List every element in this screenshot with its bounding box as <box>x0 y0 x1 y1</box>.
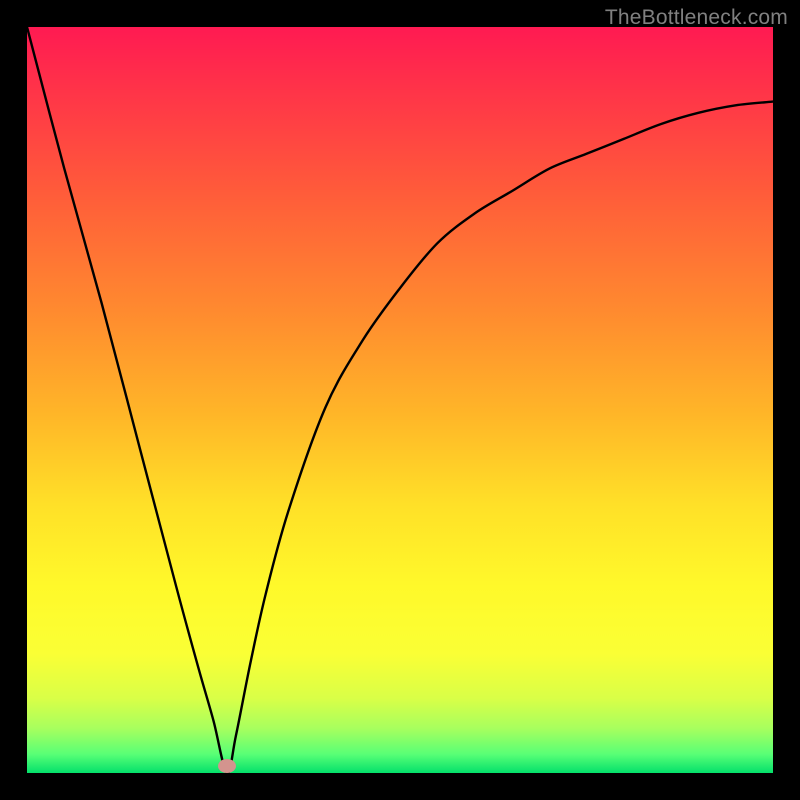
curve-svg <box>27 27 773 773</box>
optimum-marker <box>218 759 236 773</box>
watermark-text: TheBottleneck.com <box>605 6 788 30</box>
chart-frame: TheBottleneck.com <box>0 0 800 800</box>
bottleneck-curve <box>27 27 773 773</box>
plot-area <box>27 27 773 773</box>
